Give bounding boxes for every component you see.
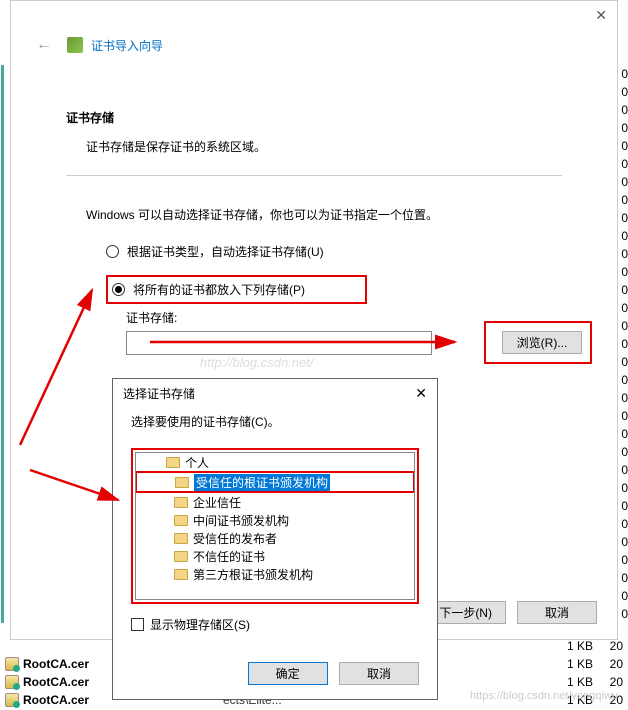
show-physical-checkbox[interactable] — [131, 618, 144, 631]
cert-icon — [5, 693, 19, 707]
folder-icon — [166, 457, 180, 468]
watermark-mid: http://blog.csdn.net/ — [200, 355, 313, 370]
wizard-header: ← 证书导入向导 — [11, 1, 617, 64]
bg-list-indicators — [1, 65, 9, 623]
highlight-tree: 个人 受信任的根证书颁发机构 企业信任 中间证书颁发机构 — [131, 448, 419, 604]
cancel-button[interactable]: 取消 — [517, 601, 597, 624]
highlight-selected-item: 受信任的根证书颁发机构 — [135, 471, 415, 493]
store-input[interactable] — [126, 331, 432, 355]
close-icon[interactable]: ✕ — [595, 7, 607, 24]
folder-icon — [175, 477, 189, 488]
tree-item-trusted-pub[interactable]: 受信任的发布者 — [136, 529, 414, 547]
sub-desc: 选择要使用的证书存储(C)。 — [131, 413, 419, 430]
tree-item-untrusted[interactable]: 不信任的证书 — [136, 547, 414, 565]
store-tree[interactable]: 个人 受信任的根证书颁发机构 企业信任 中间证书颁发机构 — [135, 452, 415, 600]
tree-item-enterprise[interactable]: 企业信任 — [136, 493, 414, 511]
wizard-title: 证书导入向导 — [91, 37, 163, 54]
sub-dialog-header: 选择证书存储 ✕ — [113, 379, 437, 408]
show-physical-row[interactable]: 显示物理存储区(S) — [131, 616, 419, 633]
radio-manual[interactable] — [112, 283, 125, 296]
radio-manual-row[interactable]: 将所有的证书都放入下列存储(P) — [112, 281, 305, 298]
sub-close-icon[interactable]: ✕ — [415, 385, 427, 402]
tree-item-personal[interactable]: 个人 — [136, 453, 414, 471]
select-store-dialog: 选择证书存储 ✕ 选择要使用的证书存储(C)。 个人 受信任的根证书颁发机构 — [112, 378, 438, 700]
tree-item-trusted-root[interactable]: 受信任的根证书颁发机构 — [137, 473, 413, 491]
wizard-buttons: 下一步(N) 取消 — [418, 601, 597, 624]
folder-icon — [174, 497, 188, 508]
radio-auto[interactable] — [106, 245, 119, 258]
folder-icon — [174, 551, 188, 562]
browse-button[interactable]: 浏览(R)... — [502, 331, 582, 354]
back-arrow-icon[interactable]: ← — [36, 36, 52, 54]
section-title: 证书存储 — [66, 109, 562, 126]
sub-dialog-content: 选择要使用的证书存储(C)。 个人 受信任的根证书颁发机构 企业信任 — [113, 408, 437, 638]
bg-right-col: 0000000000000000000000000000000 — [621, 65, 628, 623]
highlight-radio: 将所有的证书都放入下列存储(P) — [106, 275, 367, 304]
radio-manual-label: 将所有的证书都放入下列存储(P) — [133, 281, 305, 298]
wizard-icon — [67, 37, 83, 53]
radio-group: 根据证书类型，自动选择证书存储(U) 将所有的证书都放入下列存储(P) — [106, 243, 562, 304]
cert-icon — [5, 657, 19, 671]
tree-item-third-party[interactable]: 第三方根证书颁发机构 — [136, 565, 414, 583]
sub-dialog-buttons: 确定 取消 — [240, 662, 419, 685]
radio-auto-row[interactable]: 根据证书类型，自动选择证书存储(U) — [106, 243, 562, 260]
watermark: https://blog.csdn.net/yongqiwu — [470, 690, 618, 702]
folder-icon — [174, 515, 188, 526]
radio-auto-label: 根据证书类型，自动选择证书存储(U) — [127, 243, 324, 260]
section-desc: 证书存储是保存证书的系统区域。 — [86, 138, 562, 155]
tree-item-intermediate[interactable]: 中间证书颁发机构 — [136, 511, 414, 529]
ok-button[interactable]: 确定 — [248, 662, 328, 685]
instruction-text: Windows 可以自动选择证书存储，你也可以为证书指定一个位置。 — [86, 206, 562, 223]
show-physical-label: 显示物理存储区(S) — [150, 616, 250, 633]
sub-cancel-button[interactable]: 取消 — [339, 662, 419, 685]
separator — [66, 175, 562, 176]
highlight-browse: 浏览(R)... — [484, 321, 592, 364]
folder-icon — [174, 569, 188, 580]
cert-icon — [5, 675, 19, 689]
folder-icon — [174, 533, 188, 544]
sub-dialog-title: 选择证书存储 — [123, 385, 195, 402]
